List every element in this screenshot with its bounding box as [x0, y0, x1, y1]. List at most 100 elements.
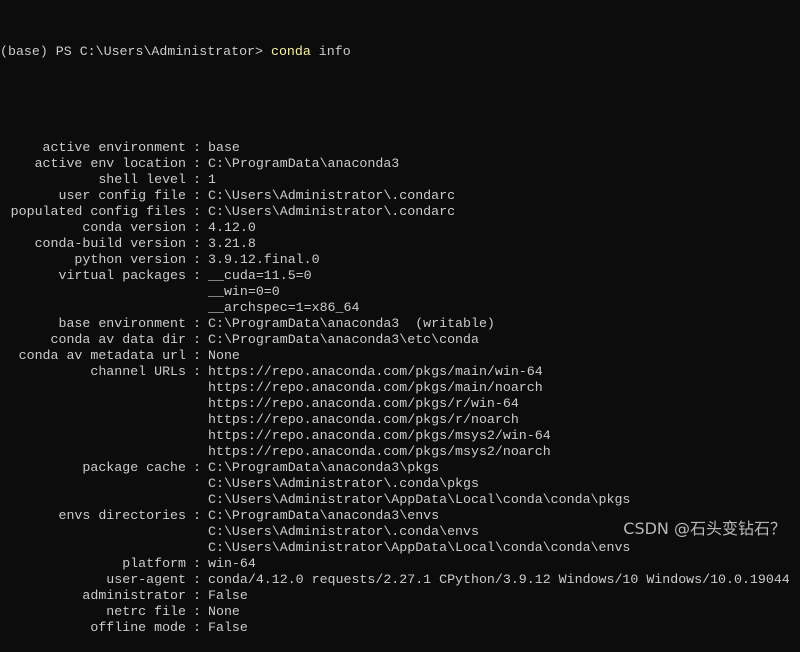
info-row: offline mode: False: [0, 620, 800, 636]
info-row: base environment: C:\ProgramData\anaconda…: [0, 316, 800, 332]
watermark: CSDN @石头变钻石？: [623, 519, 786, 538]
info-key: package cache: [82, 460, 186, 475]
info-value: https://repo.anaconda.com/pkgs/r/win-64: [208, 396, 519, 411]
info-value: C:\Users\Administrator\.conda\pkgs: [208, 476, 479, 491]
info-separator: :: [193, 460, 201, 475]
info-value: C:\ProgramData\anaconda3: [208, 156, 400, 171]
command-args: info: [310, 44, 351, 59]
info-key: conda av metadata url: [18, 348, 186, 363]
info-separator: :: [193, 332, 201, 347]
info-value: C:\ProgramData\anaconda3 (writable): [208, 316, 495, 331]
info-key: virtual packages: [58, 268, 186, 283]
info-value: 3.9.12.final.0: [208, 252, 320, 267]
info-row: C:\Users\Administrator\AppData\Local\con…: [0, 540, 800, 556]
info-value: https://repo.anaconda.com/pkgs/r/noarch: [208, 412, 519, 427]
prompt-line: (base) PS C:\Users\Administrator> conda …: [0, 44, 800, 60]
info-key: user config file: [58, 188, 186, 203]
info-value: https://repo.anaconda.com/pkgs/msys2/noa…: [208, 444, 551, 459]
info-value: False: [208, 620, 248, 635]
info-value: False: [208, 588, 248, 603]
info-key: populated config files: [10, 204, 186, 219]
info-value: __win=0=0: [208, 284, 280, 299]
info-key: envs directories: [58, 508, 186, 523]
info-key: conda version: [82, 220, 186, 235]
info-separator: :: [193, 588, 201, 603]
info-row: populated config files: C:\Users\Administ…: [0, 204, 800, 220]
info-value: base: [208, 140, 240, 155]
terminal-output[interactable]: (base) PS C:\Users\Administrator> conda …: [0, 12, 800, 652]
info-row: platform: win-64: [0, 556, 800, 572]
info-separator: :: [193, 140, 201, 155]
info-key: channel URLs: [90, 364, 186, 379]
info-row: user-agent: conda/4.12.0 requests/2.27.1 …: [0, 572, 800, 588]
info-value: C:\Users\Administrator\.condarc: [208, 204, 456, 219]
info-value: None: [208, 604, 240, 619]
info-value: __cuda=11.5=0: [208, 268, 312, 283]
info-key: active env location: [34, 156, 186, 171]
info-row: https://repo.anaconda.com/pkgs/main/noar…: [0, 380, 800, 396]
info-value: C:\Users\Administrator\AppData\Local\con…: [208, 492, 631, 507]
info-row: C:\Users\Administrator\AppData\Local\con…: [0, 492, 800, 508]
info-row: conda version:4.12.0: [0, 220, 800, 236]
info-separator: :: [193, 572, 201, 587]
info-value: C:\Users\Administrator\AppData\Local\con…: [208, 540, 631, 555]
info-row: netrc file: None: [0, 604, 800, 620]
info-separator: :: [193, 204, 201, 219]
info-value: 3.21.8: [208, 236, 256, 251]
info-separator: :: [193, 604, 201, 619]
info-row: __archspec=1=x86_64: [0, 300, 800, 316]
info-row: package cache: C:\ProgramData\anaconda3\p…: [0, 460, 800, 476]
info-separator: :: [193, 172, 201, 187]
info-key: conda av data dir: [50, 332, 186, 347]
info-row: https://repo.anaconda.com/pkgs/msys2/noa…: [0, 444, 800, 460]
info-value: C:\Users\Administrator\.conda\envs: [208, 524, 479, 539]
info-value: C:\ProgramData\anaconda3\envs: [208, 508, 440, 523]
info-separator: :: [193, 620, 201, 635]
info-row: shell level:1: [0, 172, 800, 188]
info-key: netrc file: [106, 604, 186, 619]
info-key: administrator: [82, 588, 186, 603]
info-separator: :: [193, 156, 201, 171]
info-separator: :: [193, 220, 201, 235]
info-row: active env location: C:\ProgramData\anaco…: [0, 156, 800, 172]
command-name: conda: [270, 44, 311, 59]
info-value: C:\Users\Administrator\.condarc: [208, 188, 456, 203]
info-value: __archspec=1=x86_64: [208, 300, 360, 315]
prompt-prefix: (base) PS C:\Users\Administrator>: [0, 44, 271, 59]
info-value: https://repo.anaconda.com/pkgs/main/noar…: [208, 380, 543, 395]
info-row: C:\Users\Administrator\.conda\pkgs: [0, 476, 800, 492]
info-row: conda-build version:3.21.8: [0, 236, 800, 252]
info-key: conda-build version: [34, 236, 186, 251]
info-key: python version: [74, 252, 186, 267]
info-key: active environment: [42, 140, 186, 155]
info-value: win-64: [208, 556, 256, 571]
info-value: https://repo.anaconda.com/pkgs/msys2/win…: [208, 428, 551, 443]
info-separator: :: [193, 236, 201, 251]
info-row: channel URLs: https://repo.anaconda.com/p…: [0, 364, 800, 380]
info-row: active environment: base: [0, 140, 800, 156]
info-separator: :: [193, 188, 201, 203]
info-key: platform: [122, 556, 186, 571]
info-row: conda av metadata url: None: [0, 348, 800, 364]
info-row: https://repo.anaconda.com/pkgs/r/win-64: [0, 396, 800, 412]
info-key: base environment: [58, 316, 186, 331]
info-row: https://repo.anaconda.com/pkgs/r/noarch: [0, 412, 800, 428]
info-value: C:\ProgramData\anaconda3\pkgs: [208, 460, 440, 475]
info-row: administrator: False: [0, 588, 800, 604]
info-row: __win=0=0: [0, 284, 800, 300]
info-row: https://repo.anaconda.com/pkgs/msys2/win…: [0, 428, 800, 444]
info-value: https://repo.anaconda.com/pkgs/main/win-…: [208, 364, 543, 379]
info-key: shell level: [98, 172, 186, 187]
info-separator: :: [193, 348, 201, 363]
info-row: conda av data dir: C:\ProgramData\anacond…: [0, 332, 800, 348]
conda-info-block: active environment: base active env locati…: [0, 140, 800, 636]
info-separator: :: [193, 364, 201, 379]
info-separator: :: [193, 556, 201, 571]
info-separator: :: [193, 268, 201, 283]
info-row: virtual packages: __cuda=11.5=0: [0, 268, 800, 284]
info-value: 1: [208, 172, 216, 187]
info-row: user config file: C:\Users\Administrator\…: [0, 188, 800, 204]
info-separator: :: [193, 316, 201, 331]
info-value: conda/4.12.0 requests/2.27.1 CPython/3.9…: [208, 572, 790, 587]
